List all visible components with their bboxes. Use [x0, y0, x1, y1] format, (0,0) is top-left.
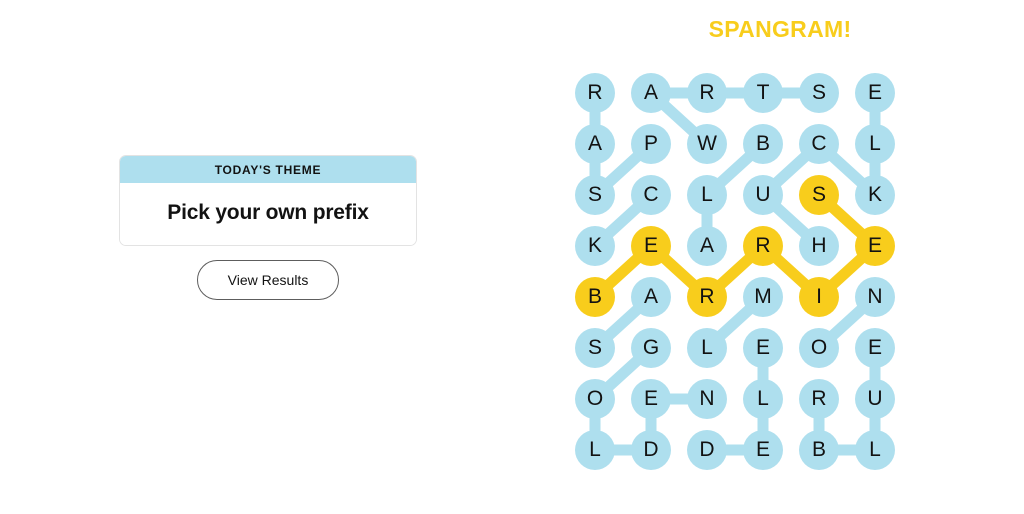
grid-connection-lines	[589, 87, 881, 456]
grid-cell-r5c4[interactable]: M	[743, 277, 783, 317]
grid-cell-r7c3[interactable]: N	[687, 379, 727, 419]
grid-cell-r3c6[interactable]: K	[855, 175, 895, 215]
grid-cell-r8c2[interactable]: D	[631, 430, 671, 470]
grid-cell-r6c6[interactable]: E	[855, 328, 895, 368]
grid-cell-r1c3[interactable]: R	[687, 73, 727, 113]
grid-cell-r2c2[interactable]: P	[631, 124, 671, 164]
grid-cell-r5c6[interactable]: N	[855, 277, 895, 317]
todays-theme-card: TODAY'S THEME Pick your own prefix	[119, 155, 417, 246]
grid-cell-r7c2[interactable]: E	[631, 379, 671, 419]
right-panel: SPANGRAM! RARTSEAPWBCLSCLUSKKEARHEBARMIN…	[536, 0, 1024, 514]
grid-cell-r7c1[interactable]: O	[575, 379, 615, 419]
grid-cell-r6c1[interactable]: S	[575, 328, 615, 368]
grid-cell-r5c2[interactable]: A	[631, 277, 671, 317]
spangram-banner: SPANGRAM!	[708, 16, 852, 42]
grid-cell-r6c4[interactable]: E	[743, 328, 783, 368]
grid-cell-r8c5[interactable]: B	[799, 430, 839, 470]
grid-cell-r1c2[interactable]: A	[631, 73, 671, 113]
grid-cell-r3c3[interactable]: L	[687, 175, 727, 215]
grid-cell-r3c4[interactable]: U	[743, 175, 783, 215]
grid-cell-r8c4[interactable]: E	[743, 430, 783, 470]
grid-cell-r4c5[interactable]: H	[799, 226, 839, 266]
grid-cell-r3c5[interactable]: S	[799, 175, 839, 215]
grid-cell-r2c3[interactable]: W	[687, 124, 727, 164]
grid-cell-r4c3[interactable]: A	[687, 226, 727, 266]
theme-card-body: Pick your own prefix	[120, 183, 416, 245]
grid-cell-r7c5[interactable]: R	[799, 379, 839, 419]
grid-cell-r5c1[interactable]: B	[575, 277, 615, 317]
grid-cell-r5c5[interactable]: I	[799, 277, 839, 317]
grid-cell-r3c1[interactable]: S	[575, 175, 615, 215]
theme-text: Pick your own prefix	[167, 201, 369, 224]
grid-cell-r6c3[interactable]: L	[687, 328, 727, 368]
grid-cell-r3c2[interactable]: C	[631, 175, 671, 215]
grid-cell-r1c6[interactable]: E	[855, 73, 895, 113]
grid-cell-r1c1[interactable]: R	[575, 73, 615, 113]
grid-cell-r8c6[interactable]: L	[855, 430, 895, 470]
grid-cell-r6c5[interactable]: O	[799, 328, 839, 368]
grid-cell-r4c2[interactable]: E	[631, 226, 671, 266]
strands-game-screen: TODAY'S THEME Pick your own prefix View …	[0, 0, 1024, 514]
grid-cell-r1c4[interactable]: T	[743, 73, 783, 113]
grid-cell-r8c3[interactable]: D	[687, 430, 727, 470]
grid-cell-r2c6[interactable]: L	[855, 124, 895, 164]
grid-cell-r6c2[interactable]: G	[631, 328, 671, 368]
grid-cell-r4c6[interactable]: E	[855, 226, 895, 266]
grid-cell-r5c3[interactable]: R	[687, 277, 727, 317]
grid-cell-r8c1[interactable]: L	[575, 430, 615, 470]
grid-cell-r4c4[interactable]: R	[743, 226, 783, 266]
grid-cell-r4c1[interactable]: K	[575, 226, 615, 266]
letter-grid[interactable]: RARTSEAPWBCLSCLUSKKEARHEBARMINSGLEOEOENL…	[575, 73, 895, 485]
left-panel: TODAY'S THEME Pick your own prefix View …	[0, 0, 536, 514]
view-results-container: View Results	[119, 260, 417, 300]
theme-card-header: TODAY'S THEME	[120, 156, 416, 183]
grid-cell-r2c4[interactable]: B	[743, 124, 783, 164]
grid-cell-r7c4[interactable]: L	[743, 379, 783, 419]
view-results-button[interactable]: View Results	[196, 260, 340, 300]
grid-cell-r2c5[interactable]: C	[799, 124, 839, 164]
grid-cell-r7c6[interactable]: U	[855, 379, 895, 419]
grid-cell-r1c5[interactable]: S	[799, 73, 839, 113]
grid-cell-r2c1[interactable]: A	[575, 124, 615, 164]
